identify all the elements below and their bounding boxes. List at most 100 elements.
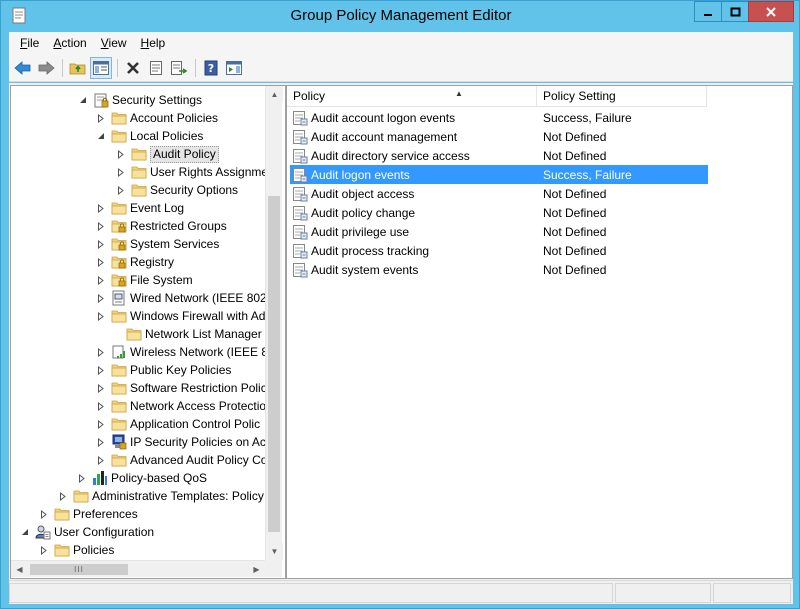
collapsed-triangle-icon[interactable] <box>96 271 105 289</box>
export-list-button[interactable] <box>168 57 190 79</box>
tree-vertical-scrollbar[interactable]: ▲ ▼ <box>265 86 283 560</box>
folder-icon <box>73 488 89 504</box>
policy-item-icon <box>292 262 308 278</box>
tree-item[interactable]: Preferences <box>39 505 138 523</box>
table-row[interactable]: Audit system events Not Defined <box>290 260 708 279</box>
collapsed-triangle-icon[interactable] <box>77 469 86 487</box>
collapsed-triangle-icon[interactable] <box>96 379 105 397</box>
table-row[interactable]: Audit account logon events Success, Failu… <box>290 108 708 127</box>
tree-item[interactable]: User Configuration <box>20 523 154 541</box>
tree-item[interactable]: File System <box>96 271 193 289</box>
tree-horizontal-scrollbar[interactable]: ◀ III ▶ <box>11 560 265 577</box>
tree-item[interactable]: Administrative Templates: Policy <box>58 487 264 505</box>
table-row[interactable]: Audit process tracking Not Defined <box>290 241 708 260</box>
tree-item[interactable]: User Rights Assignme <box>116 163 268 181</box>
collapsed-triangle-icon[interactable] <box>96 217 105 235</box>
tree-item[interactable]: Software Restriction Polic <box>96 379 267 397</box>
menu-view[interactable]: View <box>94 36 134 50</box>
tree-item-label: Application Control Polic <box>130 417 261 431</box>
expanded-triangle-icon[interactable] <box>78 91 87 109</box>
tree-item[interactable]: Network Access Protectio <box>96 397 266 415</box>
collapsed-triangle-icon[interactable] <box>116 163 125 181</box>
tree-item[interactable]: Policy-based QoS <box>77 469 207 487</box>
collapsed-triangle-icon[interactable] <box>96 397 105 415</box>
table-row[interactable]: Audit directory service access Not Define… <box>290 146 708 165</box>
maximize-button[interactable] <box>721 1 748 22</box>
expanded-triangle-icon[interactable] <box>20 523 29 541</box>
collapsed-triangle-icon[interactable] <box>58 487 67 505</box>
collapsed-triangle-icon[interactable] <box>96 199 105 217</box>
collapsed-triangle-icon[interactable] <box>96 289 105 307</box>
title-bar[interactable]: Group Policy Management Editor <box>1 1 800 32</box>
tree-item[interactable]: Account Policies <box>96 109 218 127</box>
collapsed-triangle-icon[interactable] <box>116 181 125 199</box>
delete-button[interactable] <box>122 57 144 79</box>
help-icon: ? <box>204 60 218 75</box>
menu-help[interactable]: Help <box>134 36 173 50</box>
tree-item[interactable]: Windows Firewall with Ad <box>96 307 265 325</box>
menu-action[interactable]: Action <box>46 36 93 50</box>
policy-setting-cell: Not Defined <box>543 129 607 144</box>
tree-item[interactable]: Security Options <box>116 181 238 199</box>
properties-button[interactable] <box>145 57 167 79</box>
scroll-down-button[interactable]: ▼ <box>266 543 283 560</box>
close-button[interactable] <box>748 1 794 22</box>
policy-name-cell: Audit directory service access <box>311 148 470 163</box>
table-row[interactable]: Audit privilege use Not Defined <box>290 222 708 241</box>
table-row[interactable]: Audit account management Not Defined <box>290 127 708 146</box>
tree-item[interactable]: Wired Network (IEEE 802.3 <box>96 289 277 307</box>
collapsed-triangle-icon[interactable] <box>96 307 105 325</box>
column-header-policy[interactable]: Policy ▲ <box>287 86 537 107</box>
tree-item[interactable]: Policies <box>39 541 114 559</box>
show-hide-tree-button[interactable] <box>90 56 112 79</box>
table-row[interactable]: Audit policy change Not Defined <box>290 203 708 222</box>
vertical-scroll-thumb[interactable] <box>268 196 280 532</box>
up-one-level-button[interactable] <box>67 57 89 79</box>
tree-item[interactable]: Restricted Groups <box>96 217 227 235</box>
policy-setting-cell: Success, Failure <box>543 110 632 125</box>
tree-item[interactable]: Security Settings <box>78 91 202 109</box>
console-tree[interactable]: Security Settings Account Policies Local P… <box>10 85 286 579</box>
collapsed-triangle-icon[interactable] <box>96 235 105 253</box>
tree-item[interactable]: Event Log <box>96 199 184 217</box>
table-row[interactable]: Audit object access Not Defined <box>290 184 708 203</box>
back-button[interactable] <box>12 57 34 79</box>
tree-item[interactable]: Application Control Polic <box>96 415 260 433</box>
scroll-right-button[interactable]: ▶ <box>248 561 265 578</box>
menu-file[interactable]: File <box>13 36 46 50</box>
properties-icon <box>150 60 162 75</box>
collapsed-triangle-icon[interactable] <box>96 451 105 469</box>
collapsed-triangle-icon[interactable] <box>96 253 105 271</box>
tree-item[interactable]: Audit Policy <box>116 145 219 163</box>
tree-item[interactable]: Network List Manager Po <box>111 325 280 343</box>
collapsed-triangle-icon[interactable] <box>96 343 105 361</box>
tree-item[interactable]: Advanced Audit Policy Co <box>96 451 267 469</box>
collapsed-triangle-icon[interactable] <box>96 361 105 379</box>
app-window: Group Policy Management Editor File Acti… <box>0 0 800 609</box>
tree-item[interactable]: Registry <box>96 253 174 271</box>
collapsed-triangle-icon[interactable] <box>116 145 125 163</box>
scroll-left-button[interactable]: ◀ <box>11 561 28 578</box>
collapsed-triangle-icon[interactable] <box>39 541 48 559</box>
collapsed-triangle-icon[interactable] <box>96 415 105 433</box>
show-action-pane-button[interactable] <box>223 57 245 79</box>
tree-item[interactable]: Wireless Network (IEEE 80 <box>96 343 275 361</box>
horizontal-scroll-thumb[interactable]: III <box>30 564 128 575</box>
minimize-button[interactable] <box>694 1 721 22</box>
tree-item[interactable]: Public Key Policies <box>96 361 231 379</box>
status-bar <box>9 580 793 604</box>
help-button[interactable]: ? <box>200 57 222 79</box>
column-header-policy-setting[interactable]: Policy Setting <box>537 86 707 107</box>
tree-item[interactable]: IP Security Policies on Act <box>96 433 269 451</box>
expanded-triangle-icon[interactable] <box>96 127 105 145</box>
table-row[interactable]: Audit logon events Success, Failure <box>290 165 708 184</box>
tree-item[interactable]: System Services <box>96 235 219 253</box>
policy-item-icon <box>292 205 308 221</box>
tree-item[interactable]: Local Policies <box>96 127 203 145</box>
collapsed-triangle-icon[interactable] <box>96 109 105 127</box>
collapsed-triangle-icon[interactable] <box>39 505 48 523</box>
forward-button[interactable] <box>35 57 57 79</box>
results-pane[interactable]: Policy ▲ Policy Setting Audit account lo… <box>286 85 793 579</box>
scroll-up-button[interactable]: ▲ <box>266 86 283 103</box>
collapsed-triangle-icon[interactable] <box>96 433 105 451</box>
